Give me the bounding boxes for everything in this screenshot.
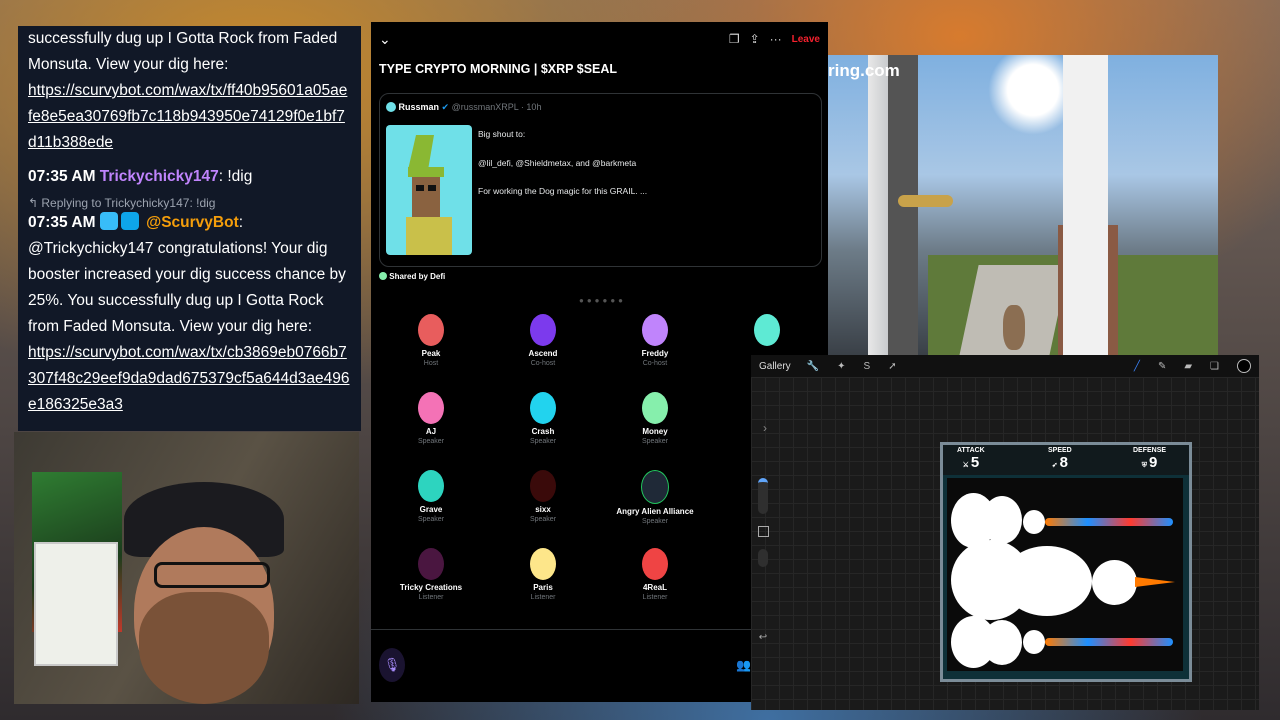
spaceship-drawing [947,478,1183,671]
streamer-beard [139,592,269,704]
avatar [641,470,669,504]
chat-username[interactable]: Trickychicky147 [100,168,219,185]
verified-icon: ✔ [441,102,450,112]
space-title: TYPE CRYPTO MORNING | $XRP $SEAL [379,62,618,76]
tweet-text-line: For working the Dog magic for this GRAIL… [478,186,648,196]
chat-link[interactable]: https://scurvybot.com/wax/tx/ff40b95601a… [28,82,347,151]
tweet-author: Russman [398,102,440,112]
avatar [418,392,444,424]
eyedropper-button[interactable] [757,526,769,537]
avatar [754,314,780,346]
share-icon[interactable]: ⇪ [750,32,760,46]
ring-logo: ring.com [828,61,900,80]
speaker-tile[interactable]: Peak Host [381,314,481,367]
doorbell-camera-feed: ring.com [828,55,1218,355]
procreate-window: Gallery 🔧 ✦ S ➚ ╱ ✎ ▰ ❏ › ↩ ATTACK ⚔ 5 SP… [751,355,1259,710]
stats-bar: ATTACK ⚔ 5 SPEED ➶ 8 DEFENSE ⛨ 9 [943,445,1189,475]
smudge-icon[interactable]: ✎ [1158,361,1166,372]
speaker-tile[interactable]: Tricky Creations Listener [381,548,481,601]
avatar [418,314,444,346]
dog [1003,305,1025,350]
wing-icon: ➶ [1051,462,1058,469]
selection-icon[interactable]: S [864,361,871,372]
speaker-tile[interactable]: 4ReaL Listener [605,548,705,601]
eraser-icon[interactable]: ▰ [1184,361,1192,372]
webcam-feed [14,432,359,704]
bot-badge-icon [99,212,118,230]
chat-message-text: successfully dug up I Gotta Rock from Fa… [28,30,338,73]
chat-username[interactable]: @ScurvyBot [146,214,239,231]
chat-message-text: : !dig [218,168,253,185]
chat-link[interactable]: https://scurvybot.com/wax/tx/cb3869eb076… [28,344,350,413]
tweet-text-line: Big shout to: [478,129,526,139]
speaker-tile[interactable]: Ascend Co-host [493,314,593,367]
stat-card-artwork: ATTACK ⚔ 5 SPEED ➶ 8 DEFENSE ⛨ 9 [940,442,1192,682]
procreate-sidebar: ↩ [754,473,772,673]
magic-wand-icon[interactable]: ✦ [837,361,845,372]
sword-icon: ⚔ [962,462,969,469]
avatar [530,392,556,424]
chat-panel: successfully dug up I Gotta Rock from Fa… [18,26,361,431]
speaker-tile[interactable]: Angry Alien Alliance Speaker [605,470,705,525]
streamer-glasses [154,562,270,588]
microphone-icon[interactable]: 🎙 [379,648,405,682]
brush-icon[interactable]: ╱ [1134,361,1140,372]
chat-message-text: @Trickychicky147 congratulations! Your d… [28,240,346,335]
pinned-tweet[interactable]: Russman ✔ @russmanXRPL · 10h Big shout t… [379,93,822,267]
transform-icon[interactable]: ➚ [888,361,896,372]
speaker-tile[interactable]: Money Speaker [605,392,705,445]
shared-by-label: Shared by Defi [379,272,445,281]
avatar [642,392,668,424]
speaker-tile[interactable]: Grave Speaker [381,470,481,523]
speaker-tile[interactable]: AJ Speaker [381,392,481,445]
avatar [418,548,444,580]
leave-button[interactable]: Leave [792,34,820,45]
chevron-right-icon[interactable]: › [763,421,767,435]
hammer-badge-icon [120,212,139,230]
collapse-chevron-icon[interactable]: ⌄ [379,31,391,48]
shield-icon: ⛨ [1141,462,1147,469]
chat-timestamp: 07:35 AM [28,168,96,185]
tweet-handle: @russmanXRPL · 10h [451,102,542,112]
avatar [386,102,396,112]
attack-stat: ATTACK ⚔ 5 [957,447,985,471]
color-picker-icon[interactable] [1237,359,1251,373]
speaker-tile[interactable]: Paris Listener [493,548,593,601]
avatar [418,470,444,502]
people-icon[interactable]: 👥 [736,658,751,672]
speed-stat: SPEED ➶ 8 [1048,447,1072,471]
undo-icon[interactable]: ↩ [754,632,772,643]
speaker-tile[interactable]: Freddy Co-host [605,314,705,367]
door-handle [898,195,953,207]
gallery-button[interactable]: Gallery [759,361,791,372]
tweet-image[interactable] [386,125,472,255]
layers-icon[interactable]: ❏ [1210,361,1219,372]
avatar [530,548,556,580]
brush-size-slider[interactable] [758,478,768,514]
speaker-tile[interactable] [717,314,817,349]
avatar [530,470,556,502]
avatar [642,548,668,580]
carousel-dots: ●●●●●● [579,296,626,305]
speaker-tile[interactable]: sixx Speaker [493,470,593,523]
chat-timestamp: 07:35 AM [28,214,96,231]
copy-icon[interactable]: ❐ [729,32,740,46]
reply-icon: ↰ [28,196,42,210]
avatar [379,272,387,280]
wrench-icon[interactable]: 🔧 [807,361,819,372]
speaker-tile[interactable]: Crash Speaker [493,392,593,445]
tweet-text-line: @lil_defi, @Shieldmetax, and @barkmeta [478,157,637,168]
avatar [530,314,556,346]
opacity-slider[interactable] [758,549,768,567]
wall-poster [34,542,118,666]
more-icon[interactable]: ··· [770,32,782,46]
defense-stat: DEFENSE ⛨ 9 [1133,447,1167,471]
reply-context: ↰ Replying to Trickychicky147: !dig [28,196,216,210]
avatar [642,314,668,346]
